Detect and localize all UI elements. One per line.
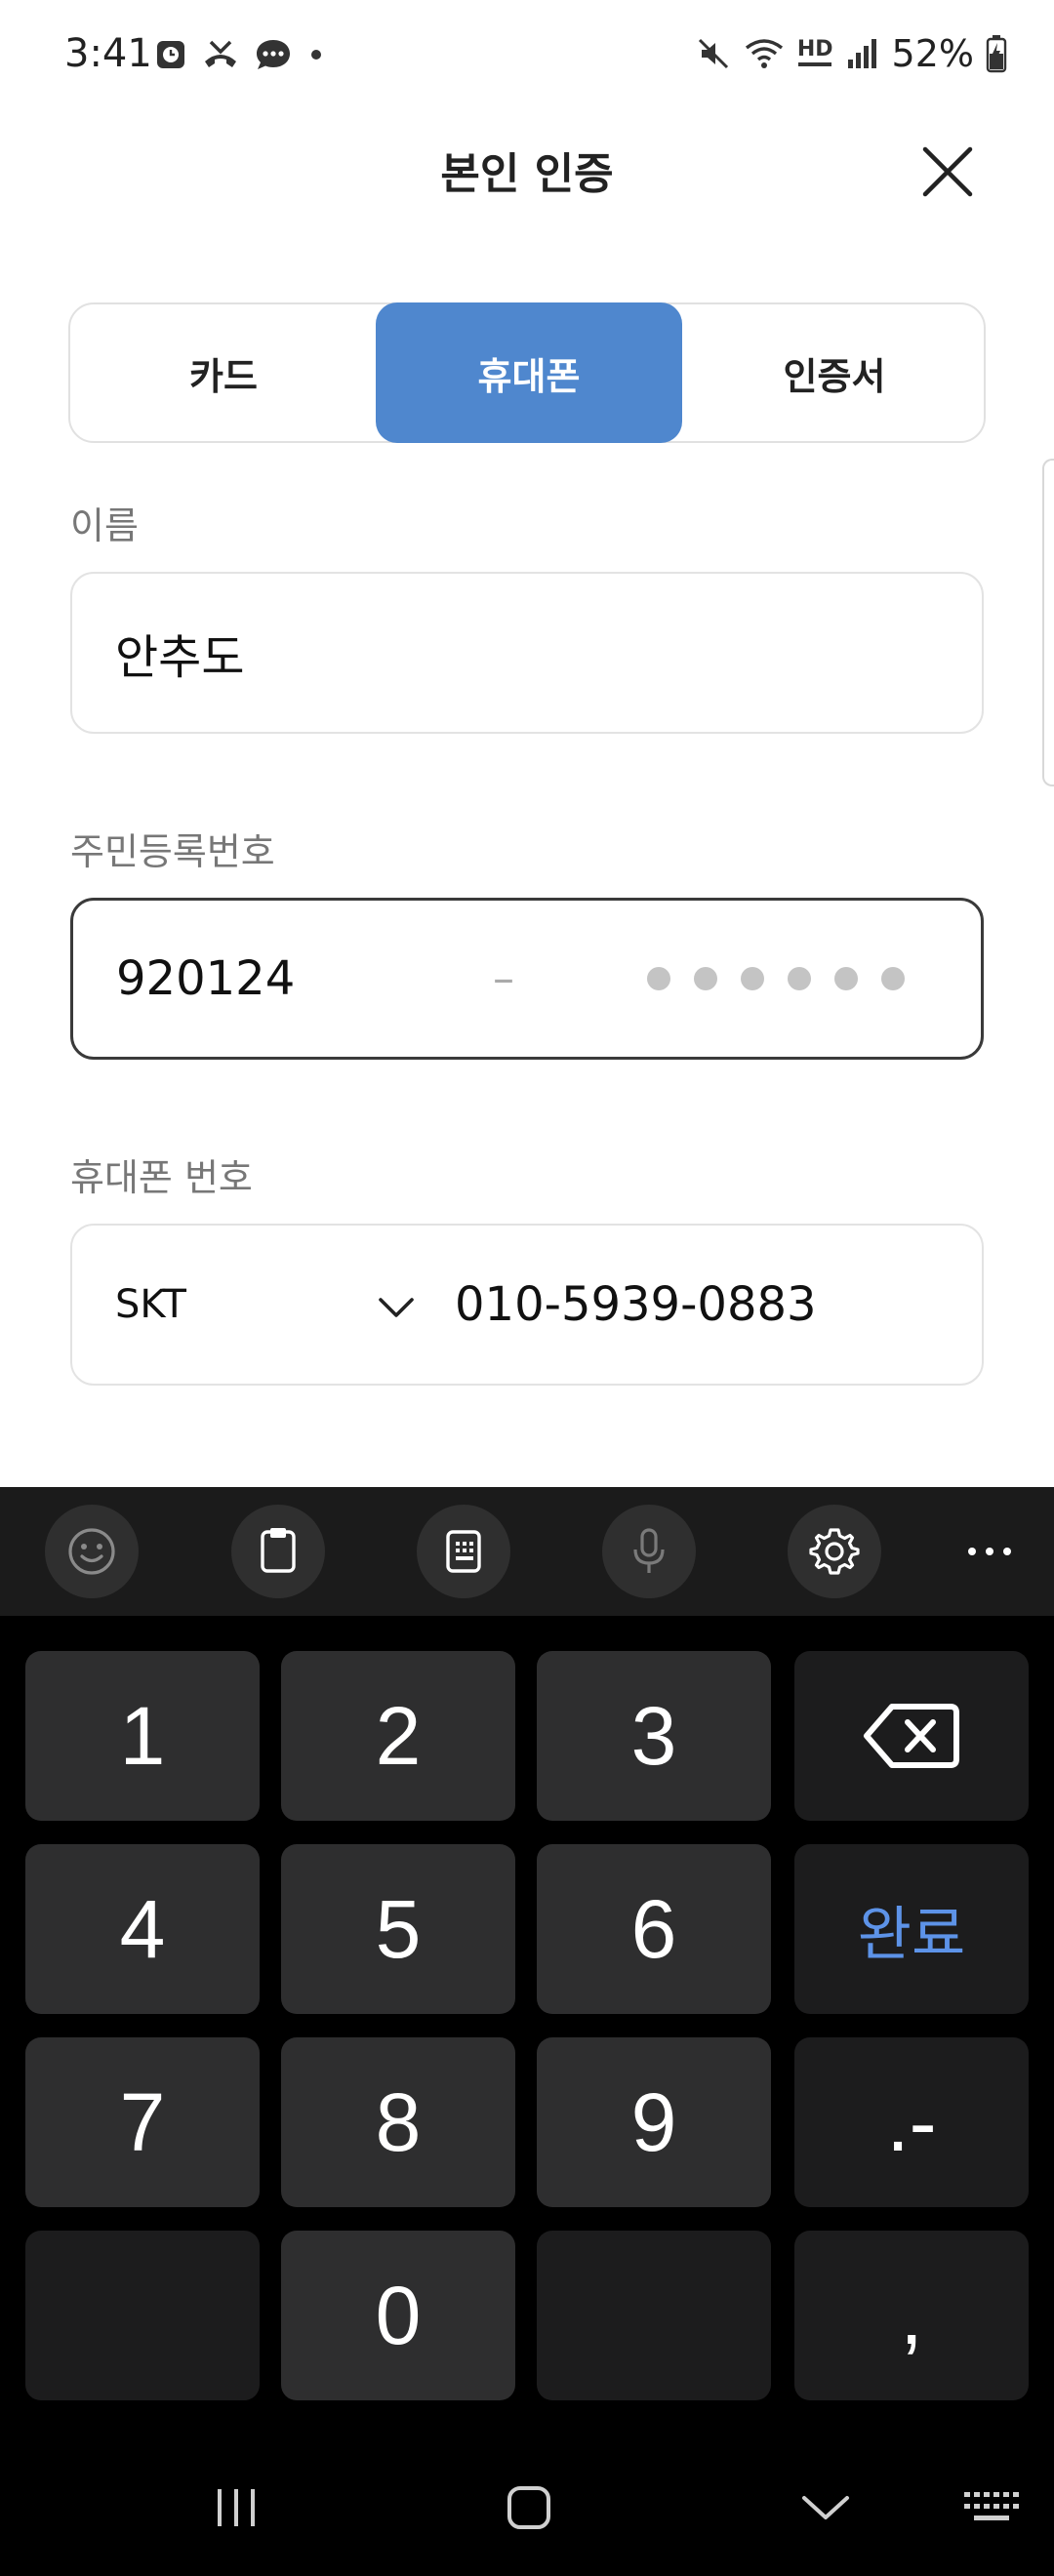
mute-icon <box>698 38 728 69</box>
status-system-icons: HD 52% <box>696 29 1007 78</box>
dot-dash-key[interactable]: .- <box>794 2037 1029 2207</box>
clipboard-icon <box>261 1528 296 1573</box>
hd-voice-label: HD <box>796 37 833 61</box>
voice-input-button[interactable] <box>602 1505 696 1598</box>
status-notification-icons <box>154 35 326 74</box>
tab-phone[interactable]: 휴대폰 <box>376 302 682 443</box>
status-bar: 3:41 HD 52% <box>0 0 1054 107</box>
more-icon <box>968 1548 1011 1555</box>
home-button[interactable] <box>490 2469 568 2547</box>
tab-certificate[interactable]: 인증서 <box>681 302 988 443</box>
system-navigation-bar <box>0 2439 1054 2576</box>
close-icon <box>922 146 973 197</box>
battery-percent: 52% <box>891 32 974 75</box>
emoji-button[interactable] <box>45 1505 139 1598</box>
chevron-down-icon[interactable] <box>375 1288 418 1327</box>
key-6[interactable]: 6 <box>537 1844 771 2014</box>
mask-dot <box>881 967 905 990</box>
dot-indicator-icon <box>311 50 321 60</box>
voice-underline-icon <box>798 62 832 66</box>
chevron-down-icon <box>802 2496 849 2519</box>
clipboard-button[interactable] <box>231 1505 325 1598</box>
message-icon <box>257 40 290 69</box>
comma-key[interactable]: , <box>794 2231 1029 2400</box>
emoji-icon <box>68 1528 115 1575</box>
edge-panel-handle[interactable] <box>1042 459 1054 786</box>
key-8[interactable]: 8 <box>281 2037 515 2207</box>
rrn-dash: – <box>493 953 514 1004</box>
name-value: 안추도 <box>115 630 245 685</box>
name-field[interactable]: 안추도 <box>70 572 984 734</box>
mask-dot <box>647 967 670 990</box>
numeric-keyboard: 1 2 3 4 5 6 완료 7 8 9 .- 0 , <box>0 1487 1054 2576</box>
done-key[interactable]: 완료 <box>794 1844 1029 2014</box>
mask-dot <box>834 967 858 990</box>
key-0[interactable]: 0 <box>281 2231 515 2400</box>
empty-key-left <box>25 2231 260 2400</box>
carrier-select[interactable]: SKT <box>115 1282 186 1327</box>
mask-dot <box>788 967 811 990</box>
backspace-key[interactable] <box>794 1651 1029 1821</box>
missed-call-icon <box>205 40 236 67</box>
key-4[interactable]: 4 <box>25 1844 260 2014</box>
keypad-mode-button[interactable] <box>417 1505 510 1598</box>
empty-key-right <box>537 2231 771 2400</box>
keyboard-toolbar <box>0 1487 1054 1616</box>
key-7[interactable]: 7 <box>25 2037 260 2207</box>
recents-icon <box>218 2489 255 2526</box>
key-2[interactable]: 2 <box>281 1651 515 1821</box>
verification-method-tabs: 카드 인증서 휴대폰 <box>68 302 986 443</box>
backspace-icon <box>864 1704 959 1768</box>
clock-app-icon <box>157 41 184 68</box>
hd-voice-badge: HD <box>797 39 833 68</box>
page-title: 본인 인증 <box>440 149 614 199</box>
mic-icon <box>633 1528 665 1573</box>
status-time: 3:41 <box>64 31 152 76</box>
key-3[interactable]: 3 <box>537 1651 771 1821</box>
phone-number-value: 010-5939-0883 <box>455 1277 817 1332</box>
back-button[interactable] <box>787 2469 865 2547</box>
settings-icon <box>809 1528 860 1575</box>
signal-icon <box>847 39 876 68</box>
rrn-front-value: 920124 <box>116 951 296 1006</box>
wifi-icon <box>745 39 783 68</box>
keyboard-switch-button[interactable] <box>953 2469 1031 2547</box>
key-5[interactable]: 5 <box>281 1844 515 2014</box>
close-button[interactable] <box>917 141 978 202</box>
recent-apps-button[interactable] <box>197 2469 275 2547</box>
keyboard-more-button[interactable] <box>943 1505 1036 1598</box>
mask-dot <box>741 967 764 990</box>
key-1[interactable]: 1 <box>25 1651 260 1821</box>
rrn-back-masked[interactable] <box>647 967 905 990</box>
keypad-icon <box>446 1530 481 1573</box>
keyboard-icon <box>964 2492 1019 2520</box>
phone-label: 휴대폰 번호 <box>70 1156 253 1199</box>
mask-dot <box>694 967 717 990</box>
rrn-label: 주민등록번호 <box>70 830 275 873</box>
rrn-field[interactable]: 920124 – <box>70 898 984 1060</box>
home-icon <box>507 2486 550 2529</box>
key-9[interactable]: 9 <box>537 2037 771 2207</box>
phone-field[interactable]: SKT 010-5939-0883 <box>70 1224 984 1386</box>
tab-card[interactable]: 카드 <box>70 302 377 443</box>
battery-charging-icon <box>986 35 1007 73</box>
keyboard-settings-button[interactable] <box>788 1505 881 1598</box>
name-label: 이름 <box>70 504 139 547</box>
